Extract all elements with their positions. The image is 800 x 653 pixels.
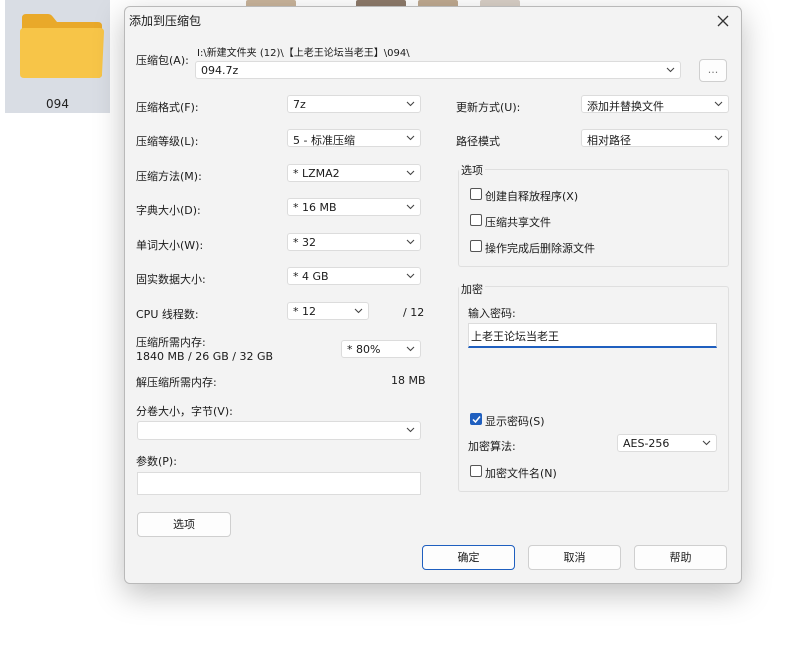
dict-label: 字典大小(D):	[136, 204, 201, 217]
path-mode-value: 相对路径	[587, 134, 631, 147]
path-mode-label: 路径模式	[456, 135, 500, 148]
show-password-label: 显示密码(S)	[485, 415, 545, 428]
dict-value: * 16 MB	[293, 201, 337, 214]
cancel-button[interactable]: 取消	[528, 545, 621, 570]
option-checkbox[interactable]	[470, 214, 482, 226]
chevron-down-icon	[354, 308, 363, 314]
dict-select[interactable]: * 16 MB	[287, 198, 421, 216]
mem-compress-detail: 1840 MB / 26 GB / 32 GB	[136, 350, 274, 363]
method-label: 压缩方法(M):	[136, 170, 202, 183]
encryption-group-title: 加密	[459, 281, 485, 297]
encryption-method-select[interactable]: AES-256	[617, 434, 717, 452]
volume-select[interactable]	[137, 421, 421, 440]
encrypt-names-label: 加密文件名(N)	[485, 467, 557, 480]
dialog-title: 添加到压缩包	[129, 14, 202, 28]
threads-total: / 12	[403, 306, 425, 319]
folder-icon	[20, 14, 104, 78]
update-label: 更新方式(U):	[456, 101, 521, 114]
chevron-down-icon	[666, 67, 675, 73]
close-button[interactable]	[713, 9, 733, 32]
mem-decompress-value: 18 MB	[391, 374, 426, 387]
path-mode-select[interactable]: 相对路径	[581, 129, 729, 147]
ok-button[interactable]: 确定	[422, 545, 515, 570]
checkmark-icon	[472, 416, 481, 424]
options-button[interactable]: 选项	[137, 512, 231, 537]
option-label: 操作完成后删除源文件	[485, 242, 595, 255]
close-icon	[717, 15, 729, 27]
chevron-down-icon	[406, 135, 415, 141]
volume-label: 分卷大小，字节(V):	[136, 405, 233, 418]
archive-path: I:\新建文件夹 (12)\【上老王论坛当老王】\094\	[197, 48, 410, 59]
threads-value: * 12	[293, 305, 316, 318]
chevron-down-icon	[714, 135, 723, 141]
method-value: * LZMA2	[293, 167, 340, 180]
show-password-checkbox[interactable]	[470, 413, 482, 425]
level-select[interactable]: 5 - 标准压缩	[287, 129, 421, 147]
format-value: 7z	[293, 98, 306, 111]
archive-name: 094.7z	[201, 64, 239, 77]
chevron-down-icon	[406, 273, 415, 279]
solid-value: * 4 GB	[293, 270, 329, 283]
chevron-down-icon	[406, 170, 415, 176]
params-input[interactable]	[137, 472, 421, 495]
chevron-down-icon	[406, 101, 415, 107]
archive-label: 压缩包(A):	[136, 54, 189, 67]
option-checkbox[interactable]	[470, 240, 482, 252]
chevron-down-icon	[714, 101, 723, 107]
add-to-archive-dialog: 添加到压缩包 压缩包(A): I:\新建文件夹 (12)\【上老王论坛当老王】\…	[124, 6, 742, 584]
word-select[interactable]: * 32	[287, 233, 421, 251]
browse-button[interactable]: ...	[699, 59, 727, 82]
update-select[interactable]: 添加并替换文件	[581, 95, 729, 113]
mem-compress-label: 压缩所需内存:	[136, 336, 206, 349]
mem-compress-value: * 80%	[347, 343, 381, 356]
threads-select[interactable]: * 12	[287, 302, 369, 320]
folder-name: 094	[46, 97, 69, 111]
password-label: 输入密码:	[468, 307, 516, 320]
chevron-down-icon	[406, 427, 415, 433]
word-label: 单词大小(W):	[136, 239, 204, 252]
password-input[interactable]: 上老王论坛当老王	[468, 323, 717, 348]
option-label: 创建自释放程序(X)	[485, 190, 579, 203]
solid-select[interactable]: * 4 GB	[287, 267, 421, 285]
format-select[interactable]: 7z	[287, 95, 421, 113]
password-value: 上老王论坛当老王	[471, 330, 559, 343]
option-label: 压缩共享文件	[485, 216, 551, 229]
method-select[interactable]: * LZMA2	[287, 164, 421, 182]
folder-tile[interactable]: 094	[5, 0, 110, 113]
archive-name-combo[interactable]: 094.7z	[195, 61, 681, 79]
solid-label: 固实数据大小:	[136, 273, 206, 286]
encryption-method-label: 加密算法:	[468, 440, 516, 453]
update-value: 添加并替换文件	[587, 100, 664, 113]
word-value: * 32	[293, 236, 316, 249]
format-label: 压缩格式(F):	[136, 101, 199, 114]
level-value: 5 - 标准压缩	[293, 134, 355, 147]
chevron-down-icon	[406, 346, 415, 352]
help-button[interactable]: 帮助	[634, 545, 727, 570]
options-group-title: 选项	[459, 162, 485, 178]
mem-compress-select[interactable]: * 80%	[341, 340, 421, 358]
encryption-method-value: AES-256	[623, 437, 670, 450]
threads-label: CPU 线程数:	[136, 308, 199, 321]
chevron-down-icon	[406, 204, 415, 210]
encrypt-names-checkbox[interactable]	[470, 465, 482, 477]
mem-decompress-label: 解压缩所需内存:	[136, 376, 217, 389]
chevron-down-icon	[702, 440, 711, 446]
params-label: 参数(P):	[136, 455, 177, 468]
chevron-down-icon	[406, 239, 415, 245]
level-label: 压缩等级(L):	[136, 135, 199, 148]
option-checkbox[interactable]	[470, 188, 482, 200]
